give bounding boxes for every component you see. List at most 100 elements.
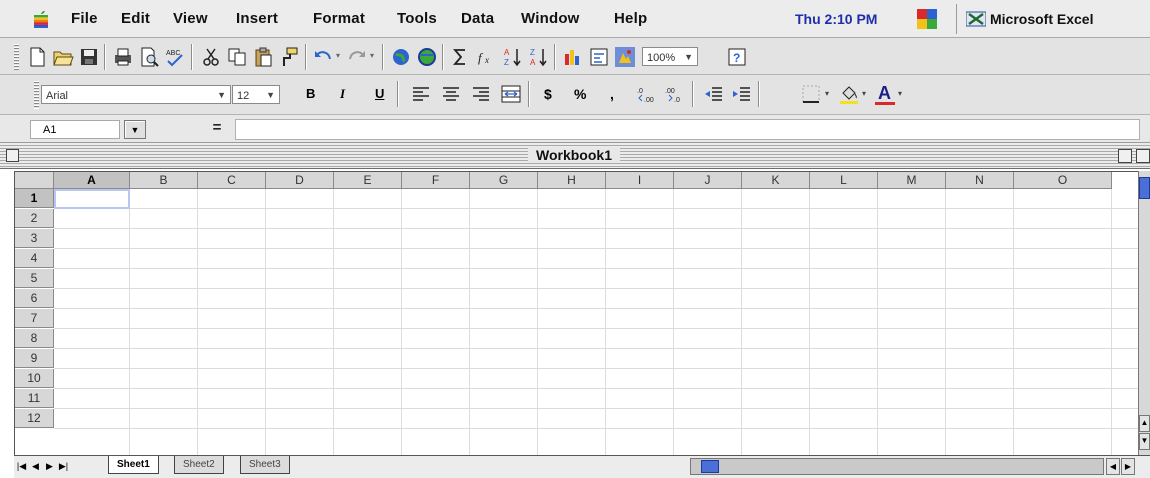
close-box-icon[interactable] (6, 149, 19, 162)
row-header-7[interactable]: 7 (15, 309, 54, 328)
row-header-2[interactable]: 2 (15, 209, 54, 228)
column-header-d[interactable]: D (266, 172, 334, 189)
scroll-down-arrow-icon[interactable]: ▼ (1139, 433, 1150, 450)
scroll-up-arrow-icon[interactable]: ▲ (1139, 415, 1150, 432)
menu-data[interactable]: Data (461, 10, 494, 27)
decrease-decimal-icon[interactable]: .00.0 (664, 83, 686, 105)
last-sheet-icon[interactable]: ▶| (58, 459, 69, 474)
drawing-toolbar-icon[interactable] (614, 46, 636, 68)
row-header-5[interactable]: 5 (15, 269, 54, 288)
paste-clipboard-icon[interactable] (252, 46, 274, 68)
sheet-tab-sheet3[interactable]: Sheet3 (240, 456, 290, 474)
menu-format[interactable]: Format (313, 10, 365, 27)
sort-ascending-icon[interactable]: AZ (502, 46, 524, 68)
align-right-icon[interactable] (470, 83, 492, 105)
column-header-m[interactable]: M (878, 172, 946, 189)
column-header-j[interactable]: J (674, 172, 742, 189)
underline-button[interactable]: U (375, 86, 384, 101)
percent-style-button[interactable]: % (574, 86, 586, 102)
zoom-box-icon[interactable] (1118, 149, 1132, 163)
sort-descending-icon[interactable]: ZA (528, 46, 550, 68)
row-header-12[interactable]: 12 (15, 409, 54, 428)
column-header-h[interactable]: H (538, 172, 606, 189)
scroll-left-arrow-icon[interactable]: ◀ (1106, 458, 1120, 475)
decrease-indent-icon[interactable] (702, 83, 724, 105)
toolbar-grip[interactable] (34, 81, 39, 109)
column-header-a[interactable]: A (54, 172, 130, 189)
redo-dropdown-chevron-icon[interactable]: ▾ (370, 51, 374, 60)
cut-scissors-icon[interactable] (200, 46, 222, 68)
column-header-c[interactable]: C (198, 172, 266, 189)
menu-edit[interactable]: Edit (121, 10, 150, 27)
select-all-corner[interactable] (15, 172, 54, 189)
map-icon[interactable] (588, 46, 610, 68)
font-size-select[interactable]: 12 ▼ (232, 85, 280, 104)
apple-menu-icon[interactable] (33, 10, 49, 28)
row-header-9[interactable]: 9 (15, 349, 54, 368)
row-header-3[interactable]: 3 (15, 229, 54, 248)
row-header-11[interactable]: 11 (15, 389, 54, 408)
autosum-sigma-icon[interactable] (450, 46, 472, 68)
column-header-g[interactable]: G (470, 172, 538, 189)
column-header-k[interactable]: K (742, 172, 810, 189)
redo-arrow-icon[interactable] (346, 46, 368, 68)
active-cell-a1[interactable] (54, 189, 130, 209)
copy-icon[interactable] (226, 46, 248, 68)
menu-help[interactable]: Help (614, 10, 647, 27)
font-color-button[interactable]: A (874, 83, 896, 105)
application-switcher-icon[interactable] (917, 9, 937, 29)
align-left-icon[interactable] (410, 83, 432, 105)
menu-file[interactable]: File (71, 10, 98, 27)
name-box-dropdown-icon[interactable]: ▼ (124, 120, 146, 139)
formula-input[interactable] (235, 119, 1140, 140)
row-header-8[interactable]: 8 (15, 329, 54, 348)
workbook-title-bar[interactable]: Workbook1 (0, 143, 1150, 169)
menu-window[interactable]: Window (521, 10, 580, 27)
vertical-scrollbar[interactable]: ▲ ▼ (1138, 171, 1150, 455)
row-header-10[interactable]: 10 (15, 369, 54, 388)
column-header-i[interactable]: I (606, 172, 674, 189)
insert-hyperlink-icon[interactable] (390, 46, 412, 68)
column-header-f[interactable]: F (402, 172, 470, 189)
worksheet-grid[interactable]: ABCDEFGHIJKLMNO 1 2 3 4 5 6 7 8 9 10 11 12 (14, 171, 1138, 455)
comma-style-button[interactable]: , (610, 86, 614, 102)
column-header-e[interactable]: E (334, 172, 402, 189)
collapse-box-icon[interactable] (1136, 149, 1150, 163)
merge-and-center-icon[interactable] (500, 83, 522, 105)
column-header-b[interactable]: B (130, 172, 198, 189)
next-sheet-icon[interactable]: ▶ (44, 459, 55, 474)
open-folder-icon[interactable] (52, 46, 74, 68)
save-disk-icon[interactable] (78, 46, 100, 68)
column-header-o[interactable]: O (1014, 172, 1112, 189)
format-painter-icon[interactable] (278, 46, 300, 68)
horizontal-scroll-thumb[interactable] (701, 460, 719, 473)
sheet-tab-sheet2[interactable]: Sheet2 (174, 456, 224, 474)
row-header-4[interactable]: 4 (15, 249, 54, 268)
currency-style-button[interactable]: $ (544, 86, 552, 102)
fill-color-bucket-icon[interactable] (838, 83, 860, 105)
web-toolbar-icon[interactable] (416, 46, 438, 68)
application-menu-label[interactable]: Microsoft Excel (990, 11, 1093, 27)
paste-function-icon[interactable]: fx (476, 46, 498, 68)
horizontal-scrollbar[interactable] (690, 458, 1104, 475)
name-box[interactable]: A1 (30, 120, 120, 139)
row-header-6[interactable]: 6 (15, 289, 54, 308)
bold-button[interactable]: B (306, 86, 315, 101)
row-header-1[interactable]: 1 (15, 189, 54, 208)
column-header-l[interactable]: L (810, 172, 878, 189)
menu-insert[interactable]: Insert (236, 10, 278, 27)
print-preview-icon[interactable] (138, 46, 160, 68)
undo-dropdown-chevron-icon[interactable]: ▾ (336, 51, 340, 60)
spelling-check-icon[interactable]: ABC (164, 46, 186, 68)
vertical-scroll-thumb[interactable] (1139, 177, 1150, 199)
print-icon[interactable] (112, 46, 134, 68)
increase-decimal-icon[interactable]: .0.00 (636, 83, 658, 105)
sheet-tab-sheet1[interactable]: Sheet1 (108, 456, 159, 474)
menu-tools[interactable]: Tools (397, 10, 437, 27)
new-document-icon[interactable] (26, 46, 48, 68)
borders-chevron-down-icon[interactable]: ▾ (825, 89, 829, 98)
scroll-right-arrow-icon[interactable]: ▶ (1121, 458, 1135, 475)
edit-formula-button[interactable]: = (205, 119, 229, 139)
borders-icon[interactable] (800, 83, 822, 105)
undo-arrow-icon[interactable] (312, 46, 334, 68)
